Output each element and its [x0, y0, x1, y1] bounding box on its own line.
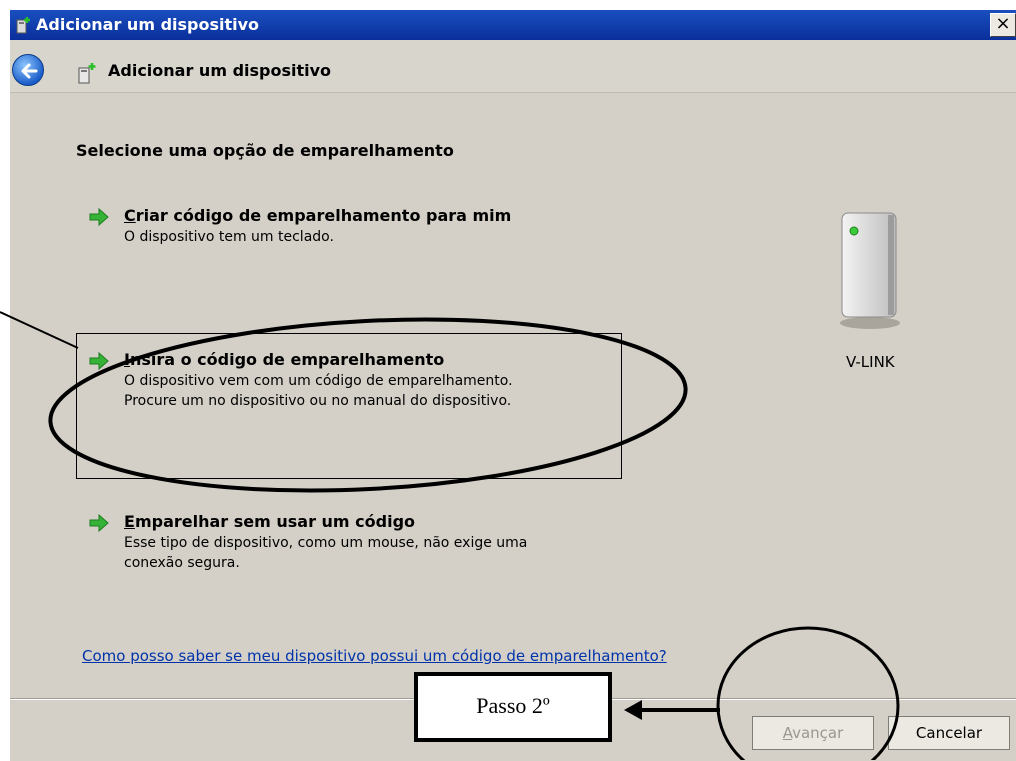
device-tower-icon	[840, 212, 900, 329]
help-link[interactable]: Como posso saber se meu dispositivo poss…	[82, 647, 667, 665]
green-arrow-icon	[89, 351, 109, 371]
accesskey-char: A	[782, 724, 793, 742]
annotation-step-label: Passo 2º	[414, 672, 612, 742]
option-description: Esse tipo de dispositivo, como um mouse,…	[124, 533, 527, 573]
option-description: O dispositivo vem com um código de empar…	[124, 371, 513, 411]
wizard-content: Selecione uma opção de emparelhamento Cr…	[10, 93, 1016, 699]
option-title: Criar código de emparelhamento para mim	[124, 205, 511, 227]
green-arrow-icon	[89, 207, 109, 227]
back-button[interactable]	[12, 54, 44, 86]
add-device-title-icon	[16, 17, 30, 34]
description-line: conexão segura.	[124, 555, 240, 571]
option-title-text: nsira o código de emparelhamento	[129, 350, 445, 369]
wizard-header: Adicionar um dispositivo	[10, 40, 1016, 93]
next-button-label: vançar	[792, 724, 844, 742]
back-arrow-icon	[21, 63, 38, 79]
accesskey-char: C	[124, 206, 136, 225]
option-title: Insira o código de emparelhamento	[124, 349, 444, 371]
add-device-header-icon	[78, 63, 96, 84]
option-title: Emparelhar sem usar um código	[124, 511, 415, 533]
accesskey-char: E	[124, 512, 135, 531]
wizard-title: Adicionar um dispositivo	[108, 61, 332, 80]
title-bar: Adicionar um dispositivo ×	[10, 10, 1016, 40]
description-line: O dispositivo vem com um código de empar…	[124, 373, 513, 389]
section-title: Selecione uma opção de emparelhamento	[76, 141, 454, 160]
window-title: Adicionar um dispositivo	[36, 15, 260, 34]
device-name: V-LINK	[846, 353, 895, 371]
cancel-button[interactable]: Cancelar	[888, 716, 1010, 750]
description-line: O dispositivo tem um teclado.	[124, 229, 334, 245]
green-arrow-icon	[89, 513, 109, 533]
description-line: Esse tipo de dispositivo, como um mouse,…	[124, 535, 528, 551]
option-title-text: riar código de emparelhamento para mim	[135, 206, 512, 225]
add-device-window: Adicionar um dispositivo × Adicionar um …	[10, 10, 1016, 761]
next-button[interactable]: Avançar	[752, 716, 874, 750]
option-title-text: mparelhar sem usar um código	[134, 512, 416, 531]
close-button[interactable]: ×	[990, 13, 1016, 37]
option-description: O dispositivo tem um teclado.	[124, 227, 334, 247]
description-line: Procure um no dispositivo ou no manual d…	[124, 393, 512, 409]
